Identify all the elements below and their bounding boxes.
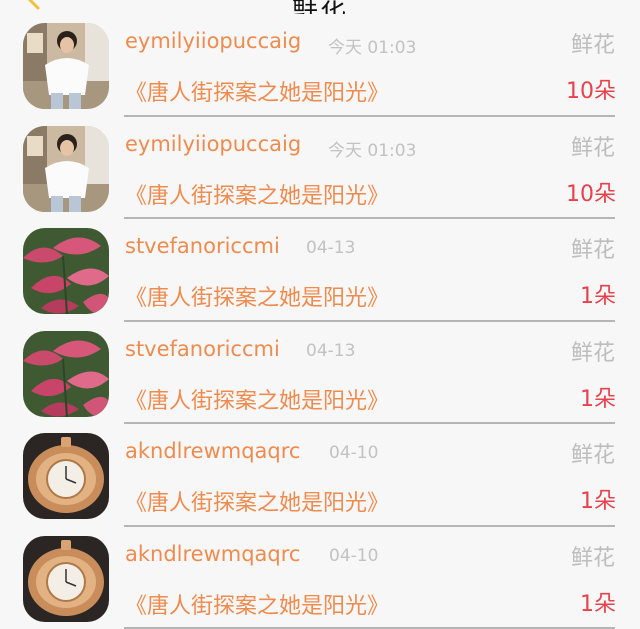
book-title[interactable]: 《唐人街探案之她是阳光》: [125, 383, 389, 415]
list-item[interactable]: stvefanoriccmi 04-13 鲜花 《唐人街探案之她是阳光》 1朵: [0, 219, 640, 322]
nav-bar: 鲜花: [0, 0, 640, 14]
flower-count: 10朵: [566, 176, 616, 208]
list-item[interactable]: eymilyiiopuccaig 今天 01:03 鲜花 《唐人街探案之她是阳光…: [0, 117, 640, 220]
avatar[interactable]: [23, 536, 109, 622]
book-title[interactable]: 《唐人街探案之她是阳光》: [125, 280, 389, 312]
book-title[interactable]: 《唐人街探案之她是阳光》: [125, 75, 389, 107]
gift-type-label: 鲜花: [571, 335, 615, 367]
username[interactable]: akndlrewmqaqrc: [125, 542, 300, 566]
page-title: 鲜花: [0, 0, 640, 14]
avatar[interactable]: [23, 126, 109, 212]
list-item[interactable]: akndlrewmqaqrc 04-10 鲜花 《唐人街探案之她是阳光》 1朵: [0, 527, 640, 629]
timestamp: 04-13: [306, 341, 355, 361]
list-item[interactable]: stvefanoriccmi 04-13 鲜花 《唐人街探案之她是阳光》 1朵: [0, 322, 640, 425]
flower-count: 1朵: [580, 586, 616, 618]
flower-count: 1朵: [580, 381, 616, 413]
username[interactable]: stvefanoriccmi: [125, 234, 280, 258]
gift-type-label: 鲜花: [571, 232, 615, 264]
gift-record-list: eymilyiiopuccaig 今天 01:03 鲜花 《唐人街探案之她是阳光…: [0, 14, 640, 629]
flower-count: 1朵: [580, 278, 616, 310]
book-title[interactable]: 《唐人街探案之她是阳光》: [125, 588, 389, 620]
timestamp: 04-10: [329, 546, 378, 566]
gift-type-label: 鲜花: [571, 437, 615, 469]
flower-count: 10朵: [566, 73, 616, 105]
timestamp: 今天 01:03: [328, 33, 416, 58]
avatar[interactable]: [23, 23, 109, 109]
username[interactable]: eymilyiiopuccaig: [125, 29, 301, 53]
book-title[interactable]: 《唐人街探案之她是阳光》: [125, 485, 389, 517]
avatar[interactable]: [23, 228, 109, 314]
list-item[interactable]: akndlrewmqaqrc 04-10 鲜花 《唐人街探案之她是阳光》 1朵: [0, 424, 640, 527]
avatar[interactable]: [23, 331, 109, 417]
username[interactable]: eymilyiiopuccaig: [125, 132, 301, 156]
book-title[interactable]: 《唐人街探案之她是阳光》: [125, 178, 389, 210]
timestamp: 04-13: [306, 238, 355, 258]
username[interactable]: akndlrewmqaqrc: [125, 439, 300, 463]
timestamp: 04-10: [329, 443, 378, 463]
avatar[interactable]: [23, 433, 109, 519]
list-item[interactable]: eymilyiiopuccaig 今天 01:03 鲜花 《唐人街探案之她是阳光…: [0, 14, 640, 117]
gift-type-label: 鲜花: [571, 27, 615, 59]
username[interactable]: stvefanoriccmi: [125, 337, 280, 361]
gift-type-label: 鲜花: [571, 130, 615, 162]
flower-count: 1朵: [580, 483, 616, 515]
gift-type-label: 鲜花: [571, 540, 615, 572]
timestamp: 今天 01:03: [328, 136, 416, 161]
